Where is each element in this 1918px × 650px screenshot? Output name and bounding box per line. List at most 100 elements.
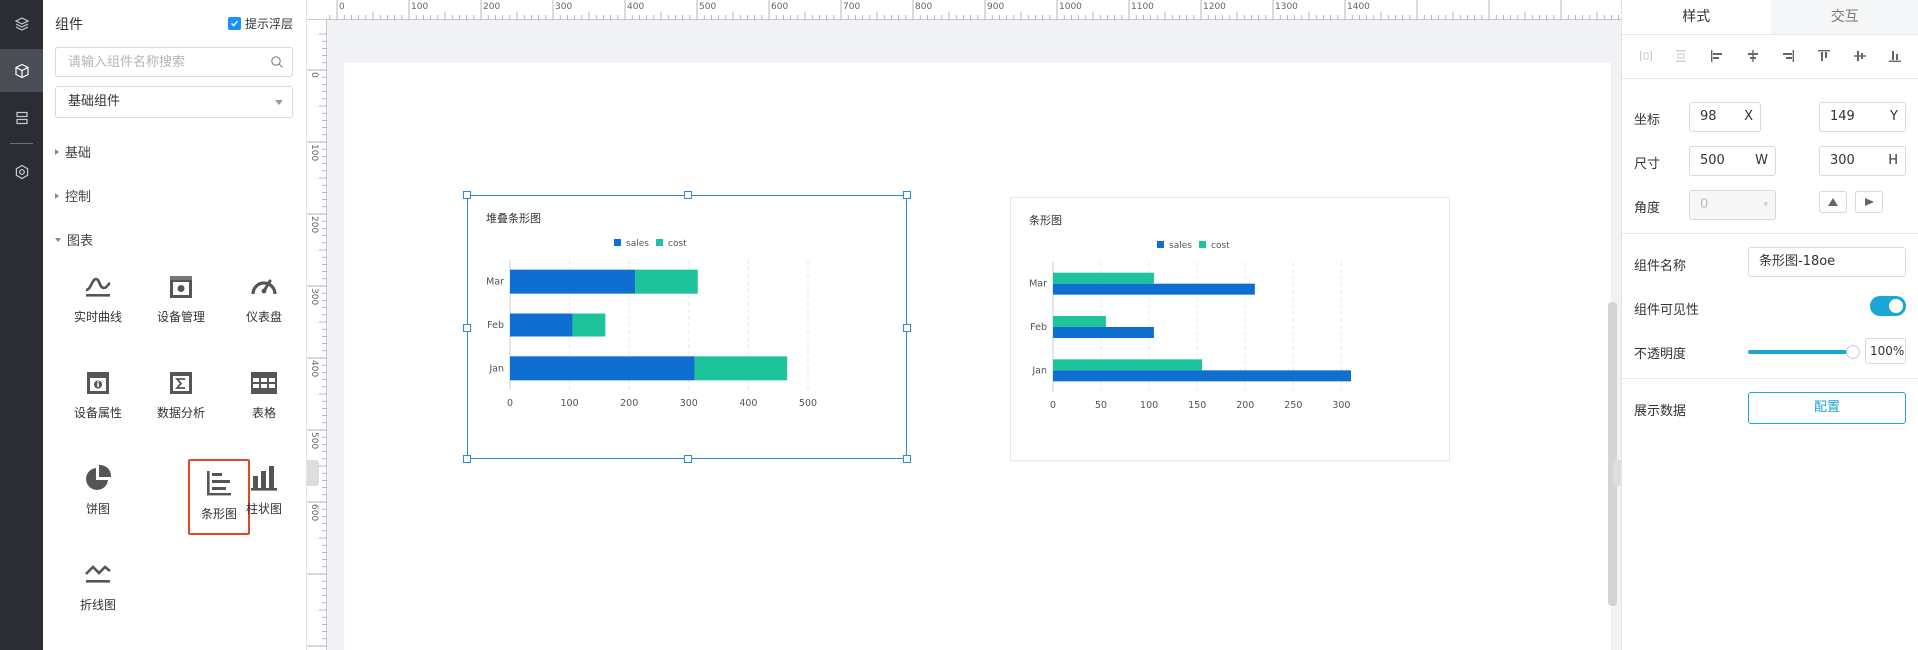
bar xyxy=(1053,370,1351,382)
category-chart[interactable]: 图表 xyxy=(55,230,93,249)
legend-label: sales xyxy=(1169,241,1192,251)
resize-handle-e[interactable] xyxy=(903,324,911,332)
ruler-label: 300 xyxy=(309,288,319,305)
opacity-slider-track[interactable] xyxy=(1748,350,1850,354)
align-top-icon[interactable] xyxy=(1814,46,1834,66)
hint-layer-toggle[interactable]: 提示浮层 xyxy=(228,15,293,32)
flip-vertical-button[interactable] xyxy=(1819,191,1847,213)
resize-handle-s[interactable] xyxy=(684,455,692,463)
angle-input[interactable]: 0 ▾ xyxy=(1689,190,1776,220)
ruler-label: 700 xyxy=(843,2,860,12)
category-label: 控制 xyxy=(65,190,92,205)
height-unit: H xyxy=(1888,153,1898,168)
x-tick-label: 0 xyxy=(507,398,513,409)
layers-icon[interactable] xyxy=(0,2,43,45)
collapse-left-panel-handle[interactable] xyxy=(307,460,319,486)
align-left-icon[interactable] xyxy=(1707,46,1727,66)
search-icon[interactable] xyxy=(270,55,284,69)
x-input[interactable]: 98 X xyxy=(1689,102,1761,132)
stacked-bar-chart-widget[interactable]: 堆叠条形图 sales cost 0 100 200 300 400 500 Jan Feb Mar xyxy=(463,191,911,463)
y-unit: Y xyxy=(1890,109,1898,124)
component-search[interactable] xyxy=(55,47,293,77)
resize-handle-ne[interactable] xyxy=(903,191,911,199)
legend-label: sales xyxy=(626,239,649,249)
component-table[interactable]: 表格 xyxy=(229,356,299,428)
ruler-label: 0 xyxy=(339,2,345,12)
opacity-input[interactable]: 100% xyxy=(1865,338,1906,364)
ruler-vertical: 0 100 200 300 400 500 600 xyxy=(307,20,327,650)
pie-chart-icon xyxy=(86,464,112,490)
x-tick-label: 400 xyxy=(739,398,757,409)
distribute-horizontal-icon[interactable] xyxy=(1636,46,1656,66)
vertical-scrollbar[interactable] xyxy=(1608,302,1617,606)
configure-button[interactable]: 配置 xyxy=(1748,392,1906,424)
category-basic[interactable]: 基础 xyxy=(55,142,91,161)
y-tick-label: Feb xyxy=(487,320,504,331)
component-group-select[interactable]: 基础组件 xyxy=(55,86,293,118)
ruler-label: 1300 xyxy=(1275,2,1298,12)
line-chart-icon xyxy=(85,565,111,583)
stacked-bar-chart: sales cost 0 100 200 300 400 500 Jan Feb Mar xyxy=(486,239,817,409)
component-pie-chart[interactable]: 饼图 xyxy=(63,452,133,524)
component-data-analysis[interactable]: 数据分析 xyxy=(146,356,216,428)
align-middle-vertical-icon[interactable] xyxy=(1850,46,1870,66)
bar xyxy=(1053,272,1154,284)
component-gauge[interactable]: 仪表盘 xyxy=(229,260,299,332)
width-input[interactable]: 500 W xyxy=(1689,146,1776,176)
align-right-icon[interactable] xyxy=(1778,46,1798,66)
height-value: 300 xyxy=(1830,153,1855,168)
ruler-label: 200 xyxy=(483,2,500,12)
canvas-page[interactable]: 堆叠条形图 sales cost 0 100 200 300 400 500 Jan Feb Mar… xyxy=(344,63,1611,650)
collapse-right-panel-handle[interactable] xyxy=(1613,460,1621,486)
y-input[interactable]: 149 Y xyxy=(1819,102,1906,132)
component-device-property[interactable]: 设备属性 xyxy=(63,356,133,428)
resize-handle-nw[interactable] xyxy=(463,191,471,199)
hint-layer-label: 提示浮层 xyxy=(245,17,294,31)
component-name-input[interactable]: 条形图-18oe xyxy=(1748,247,1906,277)
component-realtime-curve[interactable]: 实时曲线 xyxy=(63,260,133,332)
align-center-horizontal-icon[interactable] xyxy=(1743,46,1763,66)
ruler-label: 1200 xyxy=(1203,2,1226,12)
align-bottom-icon[interactable] xyxy=(1885,46,1905,66)
tab-style[interactable]: 样式 xyxy=(1622,0,1771,34)
visibility-toggle[interactable] xyxy=(1870,296,1906,316)
tab-interaction[interactable]: 交互 xyxy=(1770,0,1918,34)
select-value: 基础组件 xyxy=(68,94,121,109)
height-input[interactable]: 300 H xyxy=(1819,146,1906,176)
storage-icon[interactable] xyxy=(0,96,43,139)
ruler-label: 100 xyxy=(411,2,428,12)
component-column-chart[interactable]: 柱状图 xyxy=(229,452,299,524)
opacity-label: 不透明度 xyxy=(1634,347,1687,362)
cube-icon[interactable] xyxy=(0,49,43,92)
ruler-label: 300 xyxy=(555,2,572,12)
design-canvas[interactable]: 0 100 200 300 400 500 600 700 800 900 1000 1100 1200… xyxy=(307,0,1621,650)
component-label: 饼图 xyxy=(85,502,110,516)
display-data-label: 展示数据 xyxy=(1634,404,1687,419)
legend-label: cost xyxy=(1211,241,1230,251)
app-root: 组件 提示浮层 基础组件 基础 控制 图表 实时曲线 设备管理 xyxy=(0,0,1918,650)
resize-handle-se[interactable] xyxy=(903,455,911,463)
opacity-slider-handle[interactable] xyxy=(1846,345,1860,359)
ruler-label: 1000 xyxy=(1059,2,1082,12)
search-input[interactable] xyxy=(56,48,256,76)
resize-handle-w[interactable] xyxy=(463,324,471,332)
ruler-label: 1100 xyxy=(1131,2,1154,12)
component-device-management[interactable]: 设备管理 xyxy=(146,260,216,332)
ruler-label: 500 xyxy=(309,432,319,449)
legend-swatch xyxy=(656,239,663,246)
resize-handle-sw[interactable] xyxy=(463,455,471,463)
resize-handle-n[interactable] xyxy=(684,191,692,199)
checkbox-checked-icon[interactable] xyxy=(228,17,241,30)
flip-horizontal-button[interactable] xyxy=(1855,191,1883,213)
ruler-label: 400 xyxy=(627,2,644,12)
realtime-curve-icon xyxy=(85,277,111,297)
component-line-chart[interactable]: 折线图 xyxy=(63,548,133,620)
distribute-vertical-icon[interactable] xyxy=(1671,46,1691,66)
component-label: 数据分析 xyxy=(156,406,205,420)
category-control[interactable]: 控制 xyxy=(55,186,91,205)
bar-chart-widget[interactable]: 条形图 sales cost 0 50 100 150 200 250 300 Jan Feb Mar xyxy=(1010,197,1450,461)
settings-icon[interactable] xyxy=(0,150,43,193)
device-management-icon xyxy=(170,276,192,298)
table-icon xyxy=(251,372,277,394)
y-tick-label: Jan xyxy=(1031,365,1047,376)
